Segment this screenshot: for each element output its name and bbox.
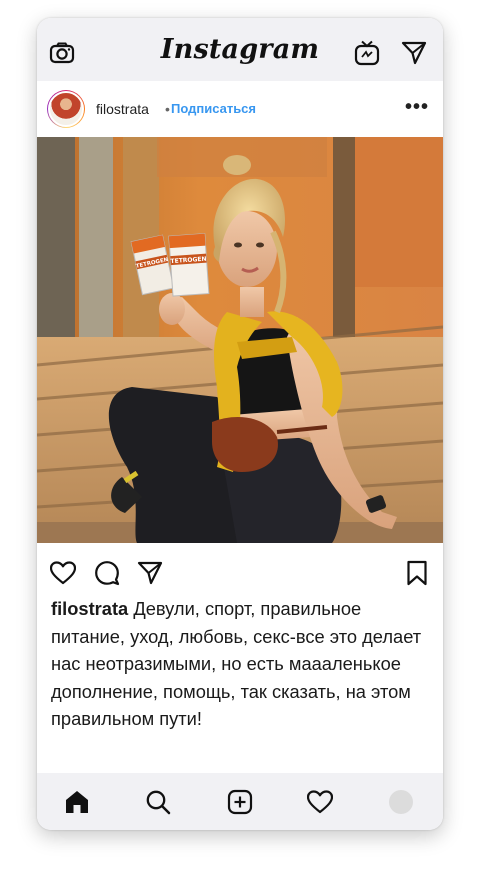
heart-icon[interactable] [49,559,77,587]
search-icon[interactable] [143,787,173,817]
avatar[interactable] [47,90,85,128]
instagram-logo: Instagram [160,34,320,65]
post-actions [37,543,443,603]
profile-icon[interactable] [386,787,416,817]
bookmark-icon[interactable] [403,559,431,587]
more-options-icon[interactable]: ••• [405,96,429,119]
activity-icon[interactable] [305,787,335,817]
bottom-nav [37,773,443,830]
igtv-icon[interactable] [352,38,382,68]
separator-dot: • [165,101,170,117]
comment-icon[interactable] [93,559,121,587]
post-username[interactable]: filostrata [96,101,149,117]
post-caption: filostrata Девули, спорт, правильное пит… [51,595,433,733]
phone-frame: Instagram filostrata • Подписаться ••• T… [37,18,443,830]
post-image[interactable]: TETROGEN TETROGEN [37,137,443,543]
share-icon[interactable] [136,559,164,587]
caption-username[interactable]: filostrata [51,598,128,619]
follow-button[interactable]: Подписаться [171,101,256,116]
home-icon[interactable] [62,787,92,817]
add-icon[interactable] [225,787,255,817]
top-bar: Instagram [37,18,443,81]
post-header: filostrata • Подписаться ••• [37,81,443,137]
direct-icon[interactable] [399,38,429,68]
